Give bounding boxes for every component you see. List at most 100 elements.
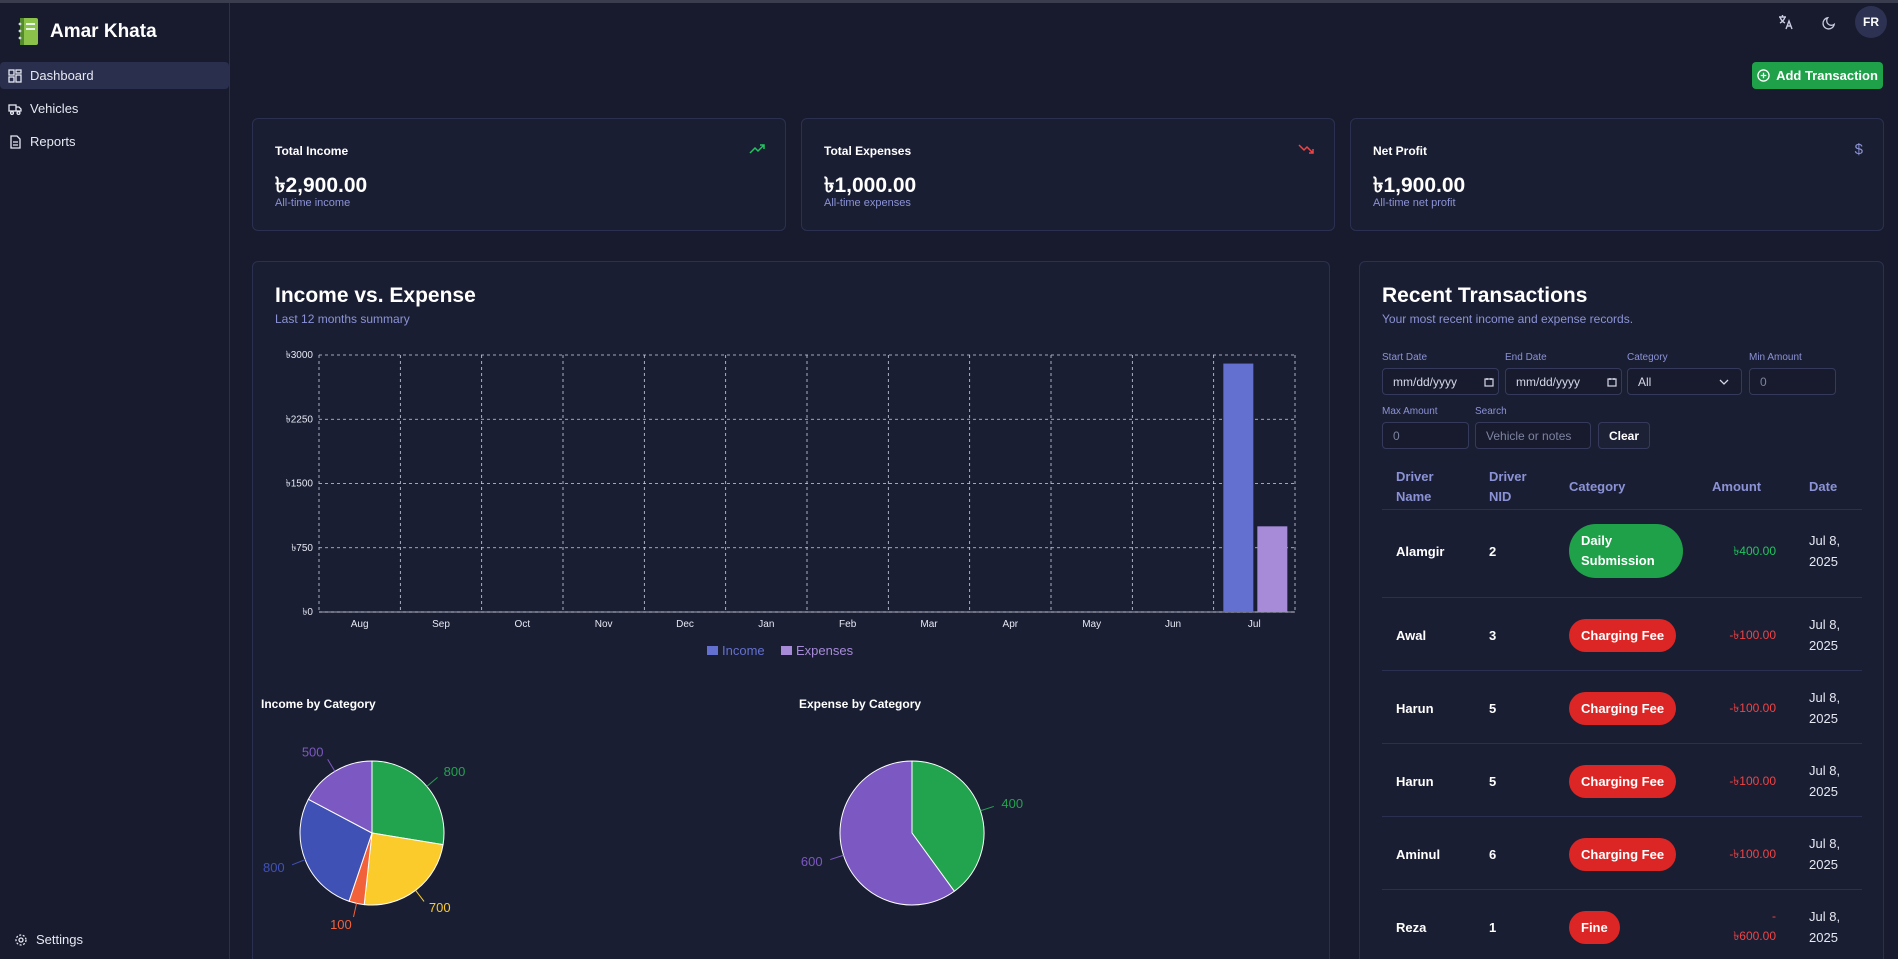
calendar-icon	[1607, 377, 1617, 387]
chevron-down-icon	[1719, 379, 1729, 385]
moon-icon[interactable]	[1817, 10, 1841, 34]
driver-name: Aminul	[1396, 847, 1441, 862]
table-row[interactable]: Alamgir 2 Daily Submission ৳400.00 Jul 8…	[1382, 509, 1862, 582]
plus-circle-icon	[1757, 69, 1770, 82]
date-line: 2025	[1809, 711, 1838, 726]
stat-subtitle: All-time net profit	[1373, 197, 1456, 209]
x-tick-label: Nov	[595, 619, 613, 630]
pie-label: 600	[801, 854, 823, 869]
add-transaction-button[interactable]: Add Transaction	[1752, 62, 1883, 89]
max-amount-input[interactable]: 0	[1382, 422, 1469, 449]
sidebar-item-label: Dashboard	[30, 68, 94, 83]
avatar[interactable]: FR	[1855, 6, 1887, 38]
pie-leader-line	[353, 903, 358, 918]
category-select[interactable]: All	[1627, 368, 1742, 395]
x-tick-label: Jan	[758, 619, 774, 630]
driver-name: Harun	[1396, 701, 1434, 716]
pie-label: 800	[263, 860, 285, 875]
amount: -৳100.00	[1729, 701, 1776, 715]
start-date-input[interactable]: mm/dd/yyyy	[1382, 368, 1499, 395]
column-header-driver-nid[interactable]: Driver NID	[1489, 467, 1527, 507]
sidebar-item-reports[interactable]: Reports	[0, 128, 229, 155]
report-icon	[10, 134, 21, 149]
table-row[interactable]: Reza 1 Fine - ৳600.00 Jul 8, 2025	[1382, 889, 1862, 959]
legend-swatch	[781, 646, 792, 655]
driver-name: Alamgir	[1396, 544, 1445, 559]
max-amount-label: Max Amount	[1382, 406, 1438, 417]
search-input[interactable]: Vehicle or notes	[1475, 422, 1591, 449]
column-header-category[interactable]: Category	[1569, 477, 1625, 497]
date-line: 2025	[1809, 638, 1838, 653]
amount: ৳400.00	[1733, 544, 1776, 558]
date-line: 2025	[1809, 930, 1838, 945]
date-line: Jul 8,	[1809, 617, 1841, 632]
pie-leader-line	[327, 759, 336, 772]
clear-filters-button[interactable]: Clear	[1598, 422, 1650, 449]
category-badge: Fine	[1569, 911, 1620, 944]
category-label: Category	[1627, 352, 1668, 363]
translate-icon[interactable]	[1774, 10, 1798, 34]
stat-title: Total Income	[275, 144, 349, 158]
date-line: 2025	[1809, 554, 1838, 569]
legend-label: Expenses	[796, 643, 854, 658]
income-bar	[1223, 363, 1254, 612]
category-badge: Charging Fee	[1569, 838, 1677, 871]
column-header-driver-name[interactable]: Driver Name	[1396, 467, 1434, 507]
pie-slice	[371, 760, 445, 846]
column-header-amount[interactable]: Amount	[1712, 477, 1761, 497]
date-line: 2025	[1809, 857, 1838, 872]
x-tick-label: Oct	[515, 619, 531, 630]
x-tick-label: May	[1082, 619, 1101, 630]
pie-label: 700	[429, 900, 451, 915]
category-badge: Charging Fee	[1569, 692, 1677, 725]
start-date-value: mm/dd/yyyy	[1393, 374, 1458, 389]
table-row[interactable]: Harun 5 Charging Fee -৳100.00 Jul 8, 202…	[1382, 670, 1862, 743]
category-value: All	[1638, 374, 1652, 389]
min-amount-input[interactable]: 0	[1749, 368, 1836, 395]
y-tick-label: ৳1500	[286, 479, 314, 490]
y-tick-label: ৳0	[302, 607, 313, 618]
end-date-value: mm/dd/yyyy	[1516, 374, 1581, 389]
window-top-border	[0, 0, 1898, 3]
driver-name: Harun	[1396, 774, 1434, 789]
sidebar-item-vehicles[interactable]: Vehicles	[0, 95, 229, 122]
pie-leader-line	[426, 776, 438, 787]
driver-nid: 3	[1489, 628, 1497, 643]
add-transaction-label: Add Transaction	[1776, 68, 1878, 83]
brand[interactable]: Amar Khata	[16, 17, 157, 47]
stat-card-income: Total Income ৳2,900.00 All-time income	[252, 118, 786, 231]
stat-subtitle: All-time expenses	[824, 197, 911, 209]
min-amount-label: Min Amount	[1749, 352, 1802, 363]
x-tick-label: Aug	[351, 619, 369, 630]
charts-svg: ৳0 ৳750 ৳1500 ৳2250 ৳3000 Aug Sep Oct Nov Dec Jan F…	[263, 350, 1296, 932]
date: Jul 8, 2025	[1809, 614, 1840, 656]
table-row[interactable]: Harun 5 Charging Fee -৳100.00 Jul 8, 202…	[1382, 743, 1862, 816]
sidebar-item-dashboard[interactable]: Dashboard	[0, 62, 229, 89]
max-amount-placeholder: 0	[1393, 428, 1400, 443]
expense-bar	[1257, 526, 1288, 612]
transactions-title: Recent Transactions	[1382, 284, 1588, 307]
x-tick-label: Apr	[1003, 619, 1019, 630]
end-date-input[interactable]: mm/dd/yyyy	[1505, 368, 1622, 395]
pie-slice	[363, 832, 444, 906]
sidebar-item-label: Reports	[30, 134, 76, 149]
amount-line: ৳600.00	[1733, 929, 1776, 943]
x-tick-label: Jul	[1248, 619, 1261, 630]
expense-pie-title: Expense by Category	[799, 697, 922, 711]
trend-up-icon	[749, 141, 765, 157]
stat-card-expenses: Total Expenses ৳1,000.00 All-time expens…	[801, 118, 1335, 231]
table-row[interactable]: Aminul 6 Charging Fee -৳100.00 Jul 8, 20…	[1382, 816, 1862, 889]
amount: -৳100.00	[1729, 847, 1776, 861]
column-header-date[interactable]: Date	[1809, 477, 1837, 497]
app-name: Amar Khata	[50, 21, 157, 42]
category-badge: Charging Fee	[1569, 619, 1677, 652]
date-line: Jul 8,	[1809, 533, 1841, 548]
income-pie-title: Income by Category	[261, 697, 376, 711]
gear-icon	[15, 933, 27, 946]
dollar-icon: $	[1854, 141, 1863, 158]
table-row[interactable]: Awal 3 Charging Fee -৳100.00 Jul 8, 2025	[1382, 597, 1862, 670]
amount: -৳100.00	[1729, 774, 1776, 788]
category-badge: Daily Submission	[1569, 524, 1683, 578]
date-line: Jul 8,	[1809, 763, 1841, 778]
sidebar-item-settings[interactable]: Settings	[14, 932, 83, 947]
